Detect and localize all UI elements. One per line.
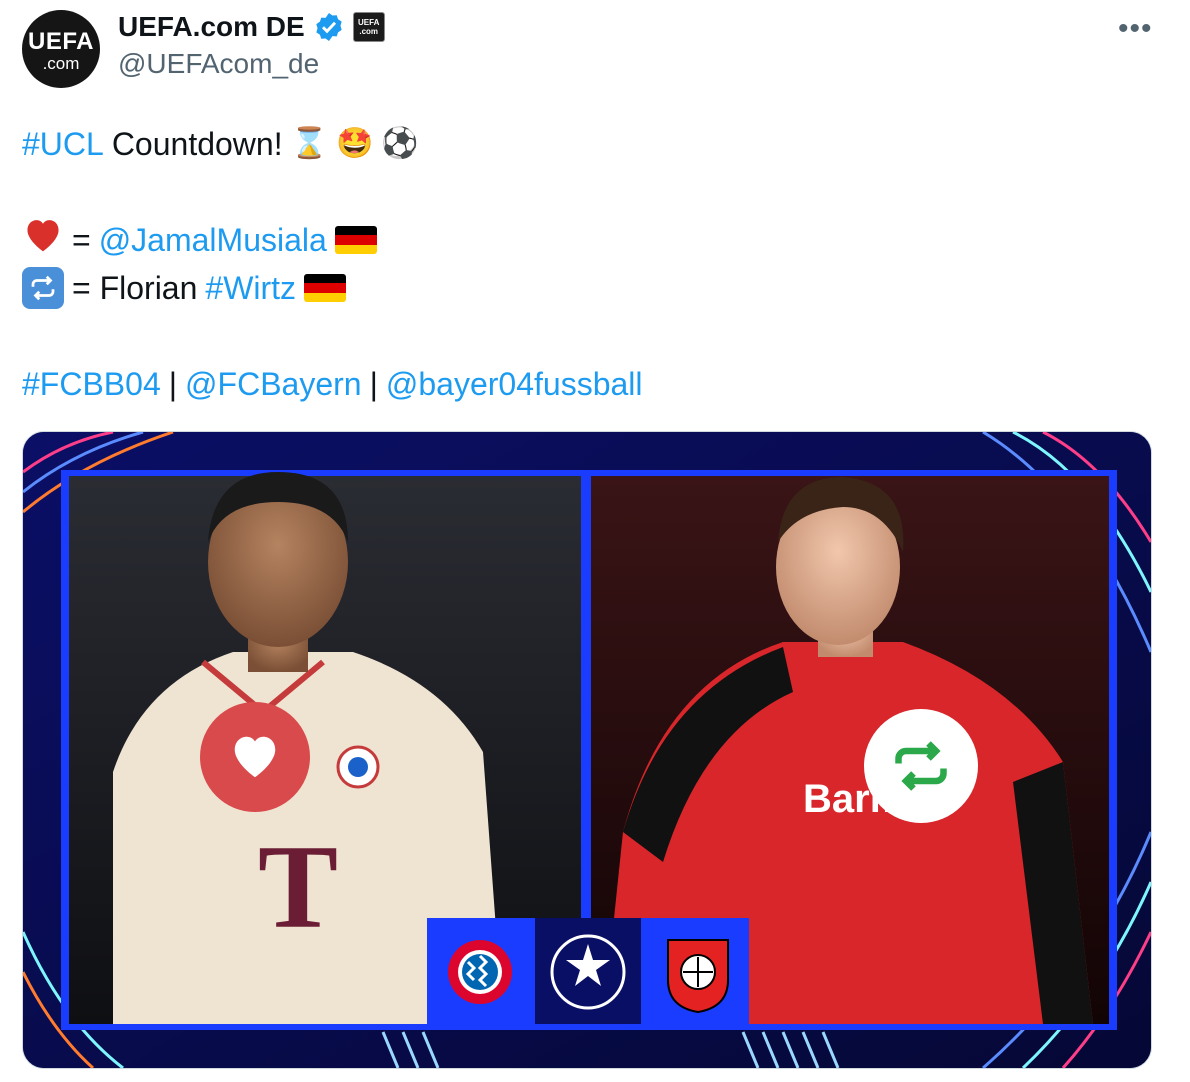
affiliate-subtext: .com <box>359 27 379 36</box>
club-badge-strip <box>427 918 749 1024</box>
hourglass-icon: ⌛ <box>290 127 328 160</box>
verified-badge-icon <box>313 11 345 43</box>
germany-flag-icon <box>304 274 347 302</box>
hashtag-fcbb04[interactable]: #FCBB04 <box>22 360 161 408</box>
media-graphic: T Barmer <box>23 432 1151 1068</box>
tweet-line-2: = @JamalMusiala <box>22 216 643 264</box>
fc-bayern-crest-icon <box>448 940 512 1004</box>
account-handle[interactable]: @UEFAcom_de <box>118 48 319 80</box>
separator: | <box>168 366 178 402</box>
affiliate-text: UEFA <box>358 18 380 27</box>
hashtag-ucl[interactable]: #UCL <box>22 120 104 168</box>
heart-icon <box>22 215 64 265</box>
heart-reaction-icon <box>200 702 310 812</box>
more-options-icon[interactable]: ••• <box>1118 12 1153 46</box>
sponsor-logo-left: T <box>258 820 338 953</box>
mention-bayer04fussball[interactable]: @bayer04fussball <box>386 360 643 408</box>
repost-reaction-icon <box>864 709 978 823</box>
tweet-text: #UCL Countdown! ⌛ 🤩 ⚽ = @JamalMusiala = … <box>22 120 643 408</box>
affiliate-badge-icon[interactable]: UEFA .com <box>352 12 385 42</box>
tweet-line-1: #UCL Countdown! ⌛ 🤩 ⚽ <box>22 120 643 168</box>
florian-text: = Florian <box>72 270 198 306</box>
tweet-media-image[interactable]: T Barmer <box>22 431 1152 1069</box>
display-name[interactable]: UEFA.com DE <box>118 11 305 43</box>
avatar-text: UEFA <box>27 28 94 55</box>
account-avatar[interactable]: UEFA .com <box>22 10 100 88</box>
mention-jamal-musiala[interactable]: @JamalMusiala <box>99 216 327 264</box>
avatar-subtext: .com <box>42 54 80 73</box>
hashtag-wirtz[interactable]: #Wirtz <box>205 264 296 312</box>
separator: | <box>369 366 378 402</box>
tweet-line-3: = Florian #Wirtz <box>22 264 643 312</box>
repeat-icon <box>22 267 64 309</box>
mention-fc-bayern[interactable]: @FCBayern <box>185 360 362 408</box>
bayer-leverkusen-crest-icon <box>667 939 729 1014</box>
star-struck-icon: 🤩 <box>335 127 374 160</box>
countdown-text: Countdown! <box>111 126 283 162</box>
germany-flag-icon <box>334 226 377 254</box>
champions-league-starball-icon <box>550 934 626 1010</box>
soccer-ball-icon: ⚽ <box>381 127 419 160</box>
tweet-line-4: #FCBB04 | @FCBayern | @bayer04fussball <box>22 360 643 408</box>
equals-sign: = <box>72 222 91 258</box>
author-row: UEFA.com DE UEFA .com <box>118 8 385 46</box>
